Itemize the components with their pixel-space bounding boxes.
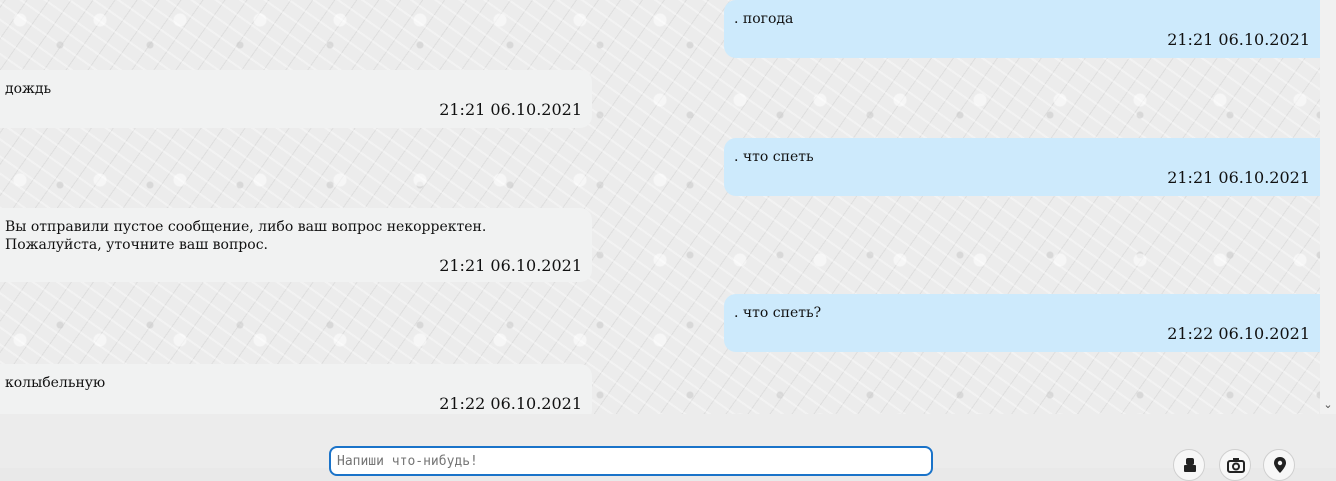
bot-message: дождь 21:21 06.10.2021	[0, 70, 592, 128]
message-text: дождь	[5, 81, 52, 97]
location-button[interactable]	[1263, 449, 1295, 481]
user-message: . что спеть? 21:22 06.10.2021	[724, 294, 1320, 352]
bot-message: колыбельную 21:22 06.10.2021	[0, 364, 592, 414]
chat-history[interactable]: . погода 21:21 06.10.2021 дождь 21:21 06…	[0, 0, 1320, 414]
robot-icon	[1184, 458, 1196, 472]
chat-scrollbar[interactable]	[1320, 0, 1336, 414]
user-message: . погода 21:21 06.10.2021	[724, 0, 1320, 58]
message-timestamp: 21:21 06.10.2021	[439, 100, 582, 119]
bot-message: Вы отправили пустое сообщение, либо ваш …	[0, 208, 592, 282]
camera-button[interactable]	[1219, 449, 1251, 481]
message-input[interactable]	[329, 446, 933, 476]
message-timestamp: 21:22 06.10.2021	[439, 394, 582, 413]
message-timestamp: 21:21 06.10.2021	[1167, 30, 1310, 49]
chevron-down-icon[interactable]: ⌄	[1320, 396, 1336, 414]
message-text: . погода	[734, 11, 794, 27]
message-text: колыбельную	[5, 375, 106, 391]
user-message: . что спеть 21:21 06.10.2021	[724, 138, 1320, 196]
message-text: . что спеть?	[734, 305, 822, 321]
camera-icon	[1227, 458, 1245, 473]
message-timestamp: 21:21 06.10.2021	[1167, 168, 1310, 187]
message-text: . что спеть	[734, 149, 814, 165]
message-text: Вы отправили пустое сообщение, либо ваш …	[5, 219, 487, 253]
message-timestamp: 21:22 06.10.2021	[1167, 324, 1310, 343]
voice-button[interactable]	[1173, 449, 1205, 481]
message-timestamp: 21:21 06.10.2021	[439, 256, 582, 275]
map-pin-icon	[1274, 457, 1286, 473]
